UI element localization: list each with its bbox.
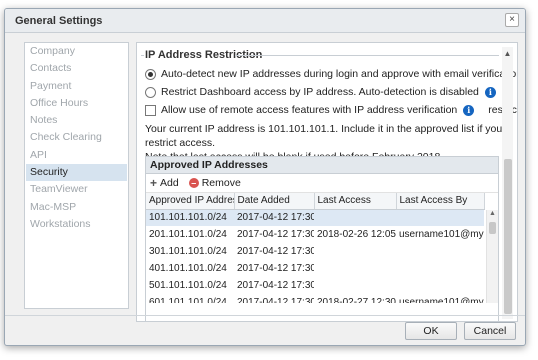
cell-date-added: 2017-04-12 17:30:29 <box>234 226 314 244</box>
cell-last-access-by <box>396 209 484 227</box>
auto-detect-radio[interactable] <box>145 68 156 80</box>
cell-last-access-by <box>396 243 484 261</box>
info-icon[interactable]: i <box>484 86 496 98</box>
cell-last-access <box>314 209 396 227</box>
table-row[interactable]: 401.101.101.0/242017-04-12 17:30:29 <box>146 260 484 278</box>
sidebar-item-security[interactable]: Security <box>26 164 127 182</box>
sidebar-item-company[interactable]: Company <box>26 43 127 60</box>
sidebar-item-notes[interactable]: Notes <box>26 112 127 129</box>
cell-last-access <box>314 260 396 278</box>
cell-ip: 101.101.101.0/24 <box>146 209 234 227</box>
option-remote-label: Allow use of remote access features with… <box>161 104 458 116</box>
scroll-up-icon[interactable]: ▲ <box>502 49 513 58</box>
section-divider <box>141 55 144 56</box>
cell-last-access: 2018-02-26 12:05:31 <box>314 226 396 244</box>
cell-ip: 201.101.101.0/24 <box>146 226 234 244</box>
approved-ip-header: Approved IP Addresses <box>146 157 498 174</box>
plus-icon: + <box>150 176 158 190</box>
security-panel: IP Address Restriction Auto-detect new I… <box>136 42 518 322</box>
sidebar-item-payment[interactable]: Payment <box>26 78 127 95</box>
option-auto-label: Auto-detect new IP addresses during logi… <box>161 68 518 80</box>
cell-last-access-by: username101@myd... <box>396 294 484 303</box>
sidebar-item-contacts[interactable]: Contacts <box>26 60 127 77</box>
approved-ip-table: Approved IP Addresses Date Added Last Ac… <box>146 193 485 303</box>
cell-last-access-by <box>396 260 484 278</box>
note-line-1: Your current IP address is 101.101.101.1… <box>145 123 503 149</box>
option-restrict[interactable]: Restrict Dashboard access by IP address.… <box>145 85 496 99</box>
cell-date-added: 2017-04-12 17:30:29 <box>234 294 314 303</box>
sidebar-item-office-hours[interactable]: Office Hours <box>26 95 127 112</box>
cell-date-added: 2017-04-12 17:30:29 <box>234 209 314 227</box>
remote-access-checkbox[interactable] <box>145 104 156 116</box>
remove-icon: – <box>188 178 199 188</box>
sidebar-item-check-clearing[interactable]: Check Clearing <box>26 129 127 146</box>
column-header-date-added[interactable]: Date Added <box>234 193 315 210</box>
cancel-button[interactable]: Cancel <box>464 322 516 340</box>
sidebar-item-workstations[interactable]: Workstations <box>26 216 127 233</box>
cell-last-access-by <box>396 277 484 295</box>
approved-ip-toolbar: + Add – Remove <box>146 174 498 193</box>
remove-label: Remove <box>201 177 241 189</box>
general-settings-dialog: General Settings × Company Contacts Paymen… <box>4 8 526 346</box>
table-scroll-thumb[interactable] <box>489 222 496 234</box>
scroll-up-icon[interactable]: ▲ <box>487 210 498 220</box>
table-row[interactable]: 201.101.101.0/242017-04-12 17:30:292018-… <box>146 226 484 244</box>
cell-ip: 401.101.101.0/24 <box>146 260 234 278</box>
cell-date-added: 2017-04-12 17:30:29 <box>234 277 314 295</box>
approved-ip-table-wrap: Approved IP Addresses Date Added Last Ac… <box>146 193 498 303</box>
cell-last-access <box>314 277 396 295</box>
remove-button[interactable]: – Remove <box>188 177 241 189</box>
sidebar-item-mac-msp[interactable]: Mac-MSP <box>26 199 127 216</box>
table-row[interactable]: 601.101.101.0/242017-04-12 17:30:292018-… <box>146 294 484 303</box>
table-row[interactable]: 501.101.101.0/242017-04-12 17:30:29 <box>146 277 484 295</box>
add-button[interactable]: + Add <box>150 176 179 190</box>
option-restrict-label: Restrict Dashboard access by IP address.… <box>161 86 479 98</box>
column-header-ip[interactable]: Approved IP Addresses <box>146 193 235 210</box>
option-auto-detect[interactable]: Auto-detect new IP addresses during logi… <box>145 67 518 81</box>
content-scrollbar[interactable]: ▲ <box>502 47 513 319</box>
cell-ip: 301.101.101.0/24 <box>146 243 234 261</box>
column-header-last-access[interactable]: Last Access <box>314 193 397 210</box>
cell-date-added: 2017-04-12 17:30:29 <box>234 260 314 278</box>
cell-last-access: 2018-02-27 12:30:12 <box>314 294 396 303</box>
section-divider <box>235 55 499 56</box>
cell-date-added: 2017-04-12 17:30:29 <box>234 243 314 261</box>
title-bar: General Settings × <box>5 9 525 33</box>
ok-button[interactable]: OK <box>405 322 457 340</box>
sidebar-item-api[interactable]: API <box>26 147 127 164</box>
table-header-row: Approved IP Addresses Date Added Last Ac… <box>146 193 485 210</box>
cell-last-access <box>314 243 396 261</box>
settings-sidebar: Company Contacts Payment Office Hours Notes C… <box>24 42 129 309</box>
cell-last-access-by: username101@myd... <box>396 226 484 244</box>
table-row[interactable]: 301.101.101.0/242017-04-12 17:30:29 <box>146 243 484 261</box>
column-header-last-access-by[interactable]: Last Access By <box>396 193 485 210</box>
footer-divider <box>5 315 525 316</box>
option-remote-access[interactable]: Allow use of remote access features with… <box>145 103 517 117</box>
close-icon[interactable]: × <box>505 13 519 27</box>
table-scrollbar[interactable]: ▲ <box>486 210 498 303</box>
cell-ip: 601.101.101.0/24 <box>146 294 234 303</box>
table-row[interactable]: 101.101.101.0/242017-04-12 17:30:29 <box>146 209 484 227</box>
add-label: Add <box>160 177 179 189</box>
sidebar-item-teamviewer[interactable]: TeamViewer <box>26 181 127 198</box>
restrict-radio[interactable] <box>145 86 156 98</box>
info-icon[interactable]: i <box>463 104 475 116</box>
content-scroll-thumb[interactable] <box>504 159 512 314</box>
cell-ip: 501.101.101.0/24 <box>146 277 234 295</box>
approved-ip-panel: Approved IP Addresses + Add – Remove App… <box>145 156 499 321</box>
window-title: General Settings <box>15 15 103 27</box>
